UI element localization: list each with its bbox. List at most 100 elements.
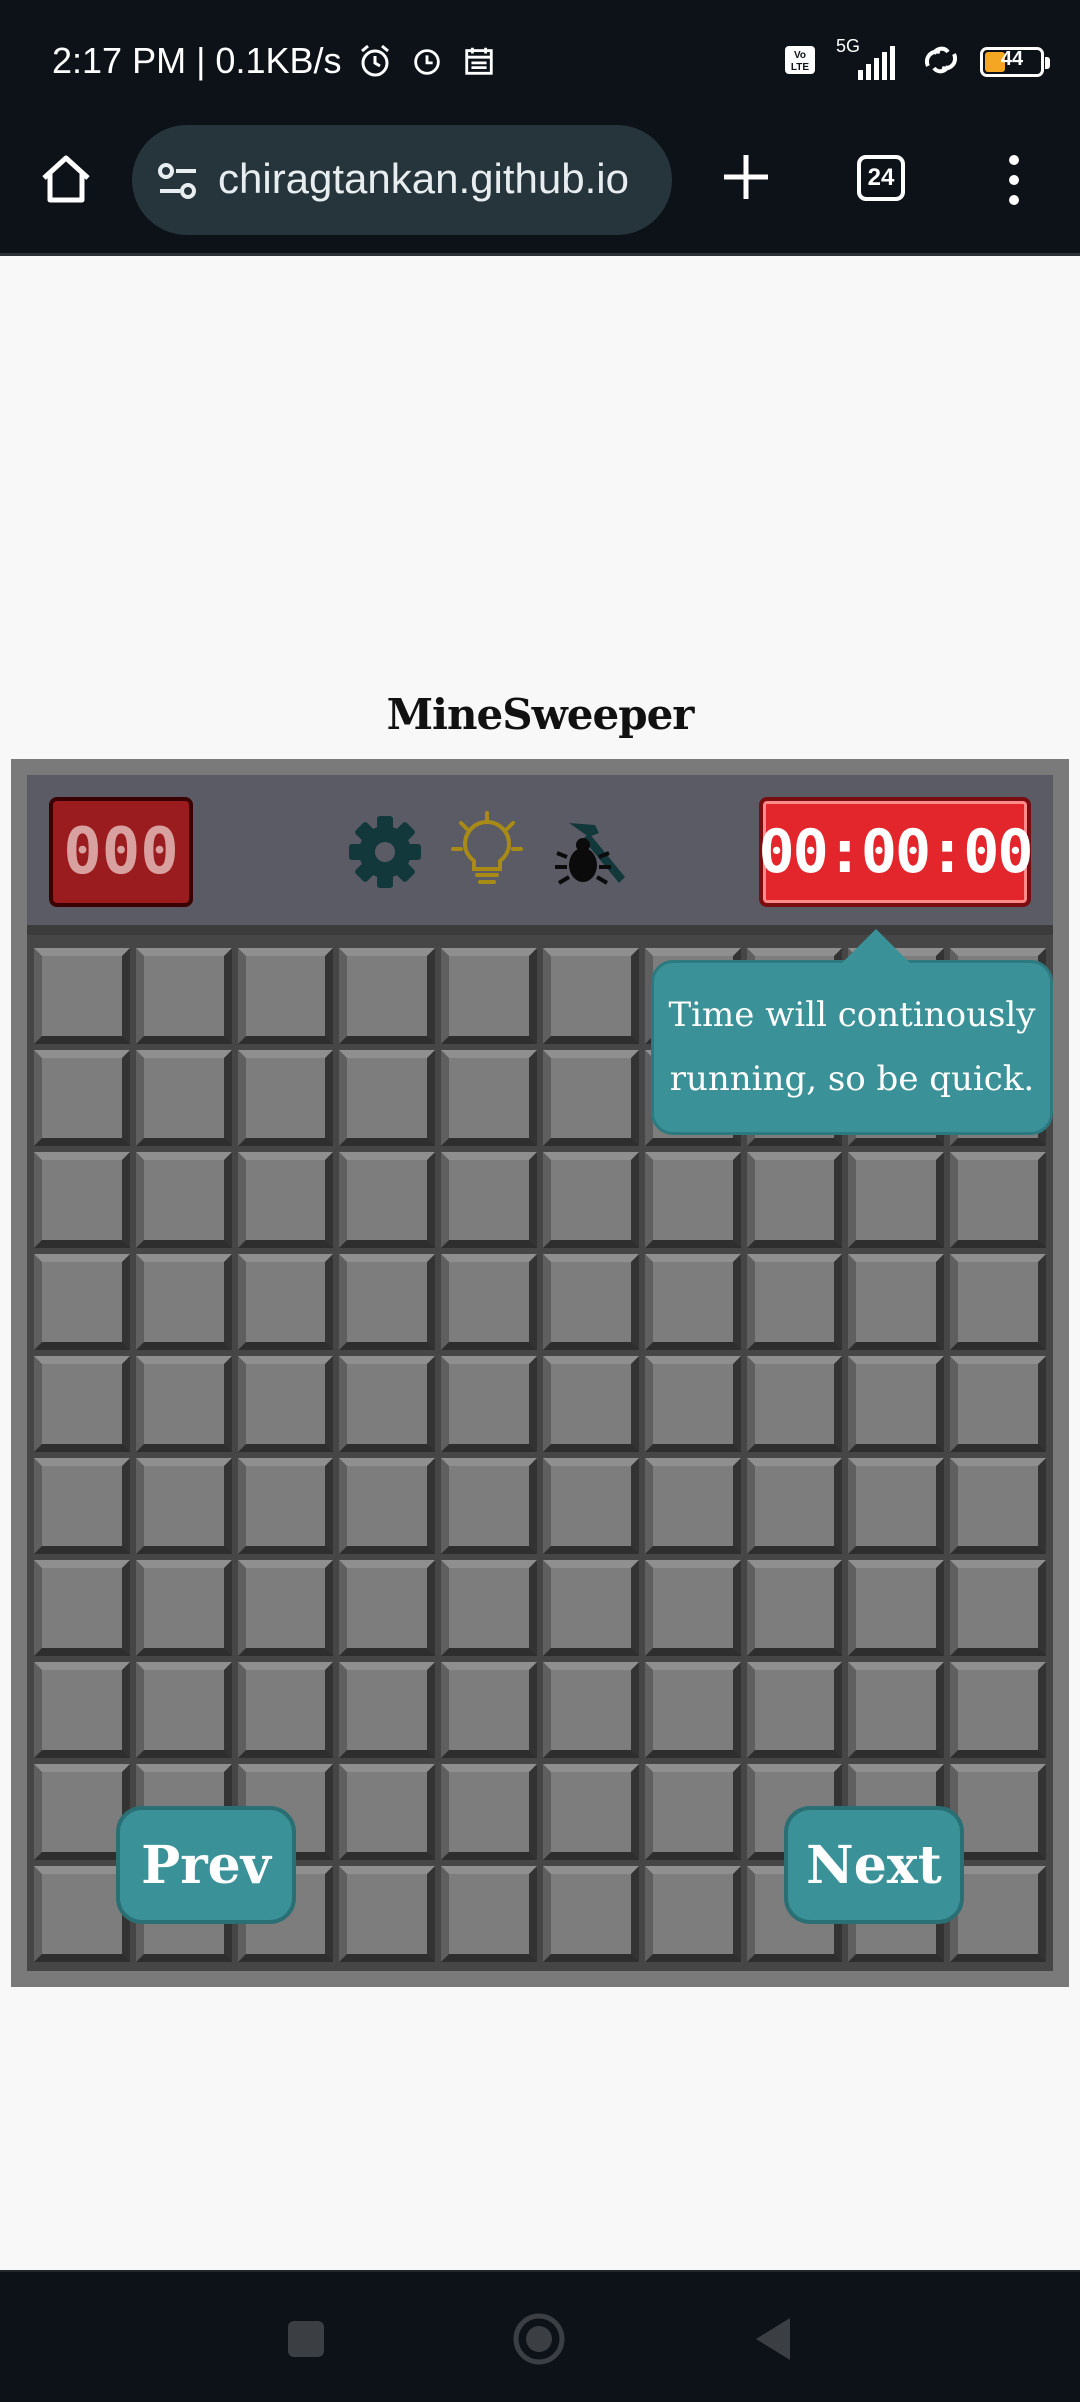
mine-cell[interactable] — [644, 1458, 741, 1554]
mine-cell[interactable] — [441, 1560, 537, 1656]
clock-icon — [408, 42, 446, 80]
mine-cell[interactable] — [34, 1356, 130, 1452]
mine-cell[interactable] — [135, 1662, 232, 1758]
mine-cell[interactable] — [237, 1560, 334, 1656]
mine-cell[interactable] — [339, 1764, 436, 1860]
mine-cell[interactable] — [543, 1764, 639, 1860]
mine-cell[interactable] — [441, 948, 537, 1044]
mine-cell[interactable] — [135, 1560, 232, 1656]
mine-cell[interactable] — [441, 1050, 537, 1146]
mine-cell[interactable] — [644, 1560, 741, 1656]
tab-switcher-icon[interactable]: 24 — [857, 155, 905, 201]
recents-icon[interactable] — [288, 2321, 324, 2357]
address-bar[interactable]: chiragtankan.github.io — [132, 125, 672, 235]
mine-cell[interactable] — [237, 1254, 334, 1350]
mine-cell[interactable] — [746, 1356, 843, 1452]
mine-cell[interactable] — [848, 1356, 945, 1452]
mine-cell[interactable] — [950, 1458, 1046, 1554]
mine-cell[interactable] — [543, 1152, 639, 1248]
mine-cell[interactable] — [339, 1152, 436, 1248]
mine-cell[interactable] — [543, 1866, 639, 1962]
mine-cell[interactable] — [339, 1356, 436, 1452]
mine-cell[interactable] — [237, 948, 334, 1044]
mine-cell[interactable] — [746, 1152, 843, 1248]
mine-cell[interactable] — [950, 1152, 1046, 1248]
mine-cell[interactable] — [441, 1356, 537, 1452]
mine-cell[interactable] — [135, 948, 232, 1044]
mine-cell[interactable] — [441, 1254, 537, 1350]
mine-cell[interactable] — [34, 1254, 130, 1350]
mine-cell[interactable] — [34, 1662, 130, 1758]
home-icon[interactable] — [36, 150, 96, 210]
mine-cell[interactable] — [237, 1152, 334, 1248]
mine-cell[interactable] — [644, 1866, 741, 1962]
site-settings-icon[interactable] — [156, 159, 200, 203]
mine-cell[interactable] — [848, 1152, 945, 1248]
mine-cell[interactable] — [34, 1050, 130, 1146]
hammer-bug-icon[interactable] — [549, 809, 629, 895]
back-icon[interactable] — [752, 2316, 792, 2362]
mine-cell[interactable] — [746, 1560, 843, 1656]
mine-cell[interactable] — [644, 1356, 741, 1452]
mine-cell[interactable] — [339, 1560, 436, 1656]
mine-cell[interactable] — [950, 1764, 1046, 1860]
next-button[interactable]: Next — [784, 1806, 964, 1924]
mine-cell[interactable] — [237, 1458, 334, 1554]
mine-cell[interactable] — [441, 1152, 537, 1248]
mine-cell[interactable] — [848, 1560, 945, 1656]
mine-cell[interactable] — [950, 1662, 1046, 1758]
mine-cell[interactable] — [644, 1662, 741, 1758]
mine-cell[interactable] — [746, 1662, 843, 1758]
mine-cell[interactable] — [746, 1458, 843, 1554]
mine-cell[interactable] — [339, 1662, 436, 1758]
mine-cell[interactable] — [237, 1662, 334, 1758]
mine-cell[interactable] — [237, 1050, 334, 1146]
home-nav-icon[interactable] — [512, 2312, 566, 2366]
mine-cell[interactable] — [644, 1764, 741, 1860]
mine-cell[interactable] — [848, 1662, 945, 1758]
mine-cell[interactable] — [543, 1662, 639, 1758]
mine-cell[interactable] — [34, 948, 130, 1044]
lightbulb-icon[interactable] — [447, 809, 527, 895]
mine-cell[interactable] — [135, 1050, 232, 1146]
mine-cell[interactable] — [34, 1152, 130, 1248]
mine-cell[interactable] — [950, 1866, 1046, 1962]
mine-cell[interactable] — [950, 1356, 1046, 1452]
new-tab-plus-icon[interactable] — [714, 145, 778, 209]
mine-cell[interactable] — [950, 1254, 1046, 1350]
mine-cell[interactable] — [848, 1458, 945, 1554]
mine-cell[interactable] — [644, 1254, 741, 1350]
mine-cell[interactable] — [543, 1458, 639, 1554]
mine-cell[interactable] — [441, 1866, 537, 1962]
mine-cell[interactable] — [848, 1254, 945, 1350]
url-text[interactable]: chiragtankan.github.io — [218, 155, 652, 203]
mine-cell[interactable] — [339, 948, 436, 1044]
status-bar: 2:17 PM | 0.1KB/s Vo LTE 5G 44 — [0, 0, 1080, 120]
menu-dots-icon[interactable] — [1000, 150, 1028, 210]
mine-cell[interactable] — [441, 1458, 537, 1554]
mine-cell[interactable] — [135, 1458, 232, 1554]
mine-cell[interactable] — [950, 1560, 1046, 1656]
mine-cell[interactable] — [441, 1662, 537, 1758]
mine-cell[interactable] — [543, 1254, 639, 1350]
mine-cell[interactable] — [441, 1764, 537, 1860]
mine-cell[interactable] — [644, 1152, 741, 1248]
mine-cell[interactable] — [339, 1050, 436, 1146]
mine-cell[interactable] — [135, 1356, 232, 1452]
gear-icon[interactable] — [345, 809, 425, 895]
mine-cell[interactable] — [34, 1458, 130, 1554]
mine-cell[interactable] — [135, 1254, 232, 1350]
mine-cell[interactable] — [339, 1458, 436, 1554]
mine-cell[interactable] — [339, 1254, 436, 1350]
mine-cell[interactable] — [135, 1152, 232, 1248]
mine-cell[interactable] — [339, 1866, 436, 1962]
mine-cell[interactable] — [746, 1254, 843, 1350]
mine-cell[interactable] — [543, 1356, 639, 1452]
game-board-frame: 000 00:00:00 — [11, 759, 1069, 1987]
prev-button[interactable]: Prev — [116, 1806, 296, 1924]
mine-cell[interactable] — [34, 1560, 130, 1656]
mine-cell[interactable] — [543, 1050, 639, 1146]
mine-cell[interactable] — [543, 1560, 639, 1656]
mine-cell[interactable] — [237, 1356, 334, 1452]
mine-cell[interactable] — [543, 948, 639, 1044]
